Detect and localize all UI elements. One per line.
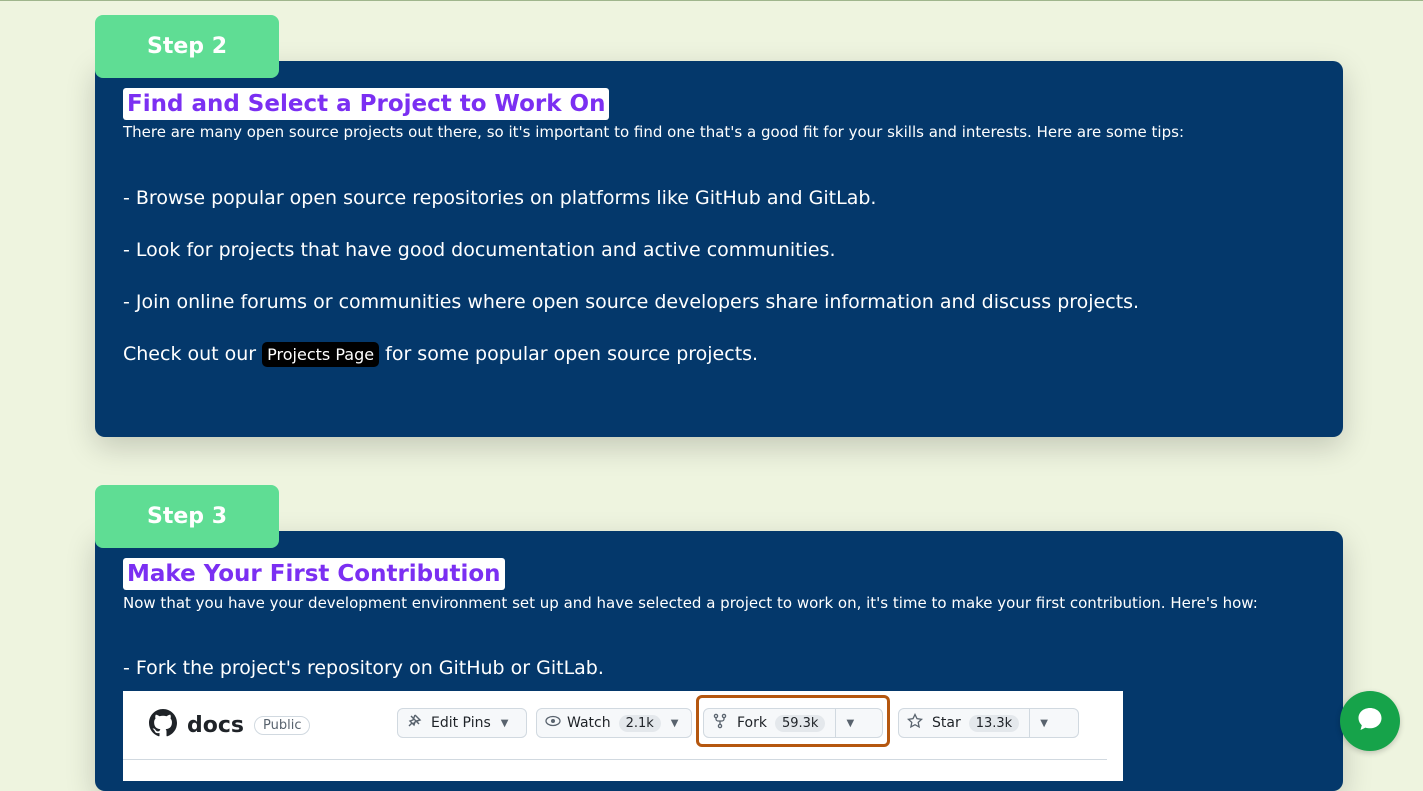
step-2-title: Find and Select a Project to Work On — [123, 88, 610, 120]
caret-down-icon: ▼ — [1040, 717, 1048, 729]
split-divider — [1029, 709, 1031, 737]
step-3-intro: Now that you have your development envir… — [123, 594, 1258, 612]
star-icon — [906, 712, 924, 733]
step-3-tab-label: Step 3 — [147, 504, 227, 529]
watch-label: Watch — [567, 715, 611, 731]
step-2-tab-label: Step 2 — [147, 34, 227, 59]
caret-down-icon: ▼ — [500, 717, 509, 729]
cta-prefix: Check out our — [123, 343, 257, 365]
step-3-tab: Step 3 — [95, 485, 279, 548]
watch-count: 2.1k — [618, 714, 661, 732]
watch-button[interactable]: Watch 2.1k ▼ — [536, 708, 692, 738]
header-divider — [123, 759, 1107, 760]
repo-name: docs — [187, 712, 244, 738]
step-2-tip-2: - Look for projects that have good docum… — [123, 239, 836, 261]
chat-bubble-icon — [1355, 704, 1385, 738]
step-2-card: Find and Select a Project to Work On The… — [95, 61, 1343, 437]
github-repo-header-image: docs Public Edit Pins ▼ Watch 2.1k ▼ For… — [123, 691, 1123, 781]
eye-icon — [545, 713, 561, 733]
caret-down-icon: ▼ — [670, 717, 679, 729]
step-3-tip-1: - Fork the project's repository on GitHu… — [123, 657, 604, 679]
pin-icon — [406, 713, 422, 733]
edit-pins-label: Edit Pins — [431, 715, 491, 731]
step-2-tab: Step 2 — [95, 15, 279, 78]
repo-heading: docs Public — [149, 709, 311, 741]
star-count: 13.3k — [968, 714, 1020, 732]
star-button[interactable]: Star 13.3k ▼ — [898, 708, 1079, 738]
projects-page-link[interactable]: Projects Page — [262, 342, 380, 367]
cta-suffix: for some popular open source projects. — [385, 343, 759, 365]
star-label: Star — [932, 715, 961, 731]
step-2-tip-3: - Join online forums or communities wher… — [123, 291, 1140, 313]
step-2-cta: Check out our Projects Page for some pop… — [123, 342, 759, 367]
fork-highlight-box — [696, 695, 890, 747]
step-3-card: Make Your First Contribution Now that yo… — [95, 531, 1343, 791]
chat-button[interactable] — [1340, 691, 1400, 751]
step-3-title: Make Your First Contribution — [123, 558, 505, 590]
visibility-badge: Public — [254, 715, 311, 735]
edit-pins-button[interactable]: Edit Pins ▼ — [397, 708, 527, 738]
step-2-intro: There are many open source projects out … — [123, 123, 1184, 141]
github-logo-icon — [149, 709, 177, 741]
step-2-tip-1: - Browse popular open source repositorie… — [123, 187, 877, 209]
